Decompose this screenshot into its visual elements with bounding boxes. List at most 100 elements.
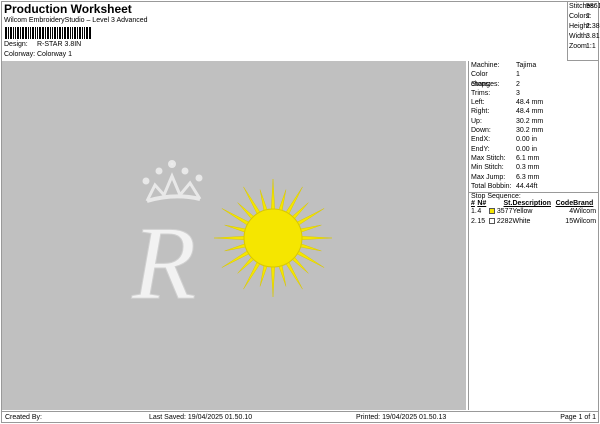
summary-label: Width: [569, 33, 589, 40]
colorway-label: Colorway: [4, 51, 36, 58]
detail-row: Max Jump: 6.3 mm [469, 173, 599, 182]
sun-ray [270, 263, 276, 298]
detail-label: Right: [471, 108, 490, 116]
software-name: Wilcom EmbroideryStudio – Level 3 Advanc… [4, 17, 148, 24]
stitch-count: 2282 [496, 218, 513, 226]
detail-value: 0.00 in [516, 136, 538, 144]
detail-row: Color changes: 1 [469, 70, 599, 88]
detail-row: Down: 30.2 mm [469, 126, 599, 135]
summary-label: Zoom: [569, 43, 589, 50]
detail-value: 1 [516, 71, 520, 79]
color-swatch [488, 208, 495, 215]
column-header: St. [503, 200, 513, 208]
color-code: 15 [565, 218, 574, 226]
design-label: Design: [4, 41, 28, 48]
detail-label: Down: [471, 127, 491, 135]
created-by: Created By: [5, 414, 42, 421]
sun-ray [270, 178, 276, 213]
detail-label: EndX: [471, 136, 491, 144]
summary-list: Stitches:5861Colors:2Height:2.38 inWidth… [569, 2, 600, 52]
page-number: Page 1 of 1 [560, 414, 596, 421]
design-row: Design: R-STAR 3.8IN [4, 41, 81, 48]
crown-motif [142, 160, 203, 203]
summary-value: 2 [586, 13, 590, 20]
detail-value: Tajima [516, 62, 537, 69]
design-name: R-STAR 3.8IN [37, 41, 82, 48]
summary-label: Colors: [569, 13, 592, 20]
detail-row: EndX: 0.00 in [469, 135, 599, 144]
detail-row: Stops: 2 [469, 80, 599, 89]
stop-sequence: Stop Sequence: # N# St. Description Code Bran… [469, 192, 599, 227]
stop-sequence-table: # N# St. Description Code Brand 1. 4 3577 Yellow… [471, 200, 598, 227]
detail-label: Total Bobbin: [471, 182, 512, 190]
detail-value: 48.4 mm [516, 99, 544, 107]
detail-value: 44.44ft [516, 182, 538, 190]
svg-text:R: R [131, 204, 196, 321]
details-list: Machine: Tajima Color changes: 1 Stops: 2 Trim… [469, 61, 599, 191]
detail-label: Color changes: [471, 71, 500, 88]
detail-label: Max Stitch: [471, 154, 506, 162]
color-swatch [488, 218, 495, 225]
sun-ray [298, 235, 333, 241]
detail-label: Trims: [471, 89, 491, 97]
column-header: Code [555, 200, 574, 208]
column-header: Description [512, 200, 551, 208]
column-header: N# [477, 200, 487, 208]
summary-row: Width:3.81 in [569, 32, 600, 42]
summary-row: Stitches: 5861 [569, 2, 600, 12]
summary-label: Stitches: [569, 3, 596, 10]
column-header: Brand [573, 200, 594, 208]
detail-value: 30.2 mm [516, 127, 544, 135]
needle-number: 4 [477, 208, 482, 216]
colorway-row: Colorway: Colorway 1 [4, 51, 72, 58]
detail-row: Total Bobbin: 44.44ft [469, 182, 599, 191]
thread-brand: Wilcom [573, 218, 597, 226]
needle-number: 15 [477, 218, 486, 226]
design-artwork: R [131, 160, 333, 322]
barcode [5, 27, 100, 39]
summary-row: Zoom: 1:1 [569, 42, 600, 52]
detail-label: Left: [471, 99, 485, 107]
summary-value: 1:1 [586, 43, 596, 50]
detail-value: 3 [516, 89, 520, 97]
color-description: Yellow [512, 208, 533, 216]
detail-row: Max Stitch: 6.1 mm [469, 154, 599, 163]
footer: Created By: Last Saved: 19/04/2025 01.50… [2, 411, 599, 422]
detail-row: Machine: Tajima [469, 61, 599, 70]
last-saved: Last Saved: 19/04/2025 01.50.10 [149, 414, 253, 421]
detail-row: Min Stitch: 0.3 mm [469, 163, 599, 172]
summary-value: 2.38 in [586, 23, 600, 30]
stop-row: 2. 15 2282 White 15 Wilcom [471, 217, 598, 227]
detail-label: EndY: [471, 145, 490, 153]
stop-sequence-title: Stop Sequence: [471, 193, 521, 201]
detail-row: Up: 30.2 mm [469, 117, 599, 126]
sun-motif [213, 178, 333, 298]
sun-ray [213, 235, 248, 241]
summary-value: 5861 [586, 3, 600, 10]
detail-label: Stops: [471, 80, 491, 88]
detail-row: Right: 48.4 mm [469, 107, 599, 116]
stop-row: 1. 4 3577 Yellow 4 Wilcom [471, 207, 598, 217]
sun-disc [243, 208, 303, 268]
detail-value: 2 [516, 80, 520, 88]
summary-row: Height:2.38 in [569, 22, 600, 32]
color-code: 4 [569, 208, 574, 216]
stitch-count: 3577 [496, 208, 513, 216]
page-title: Production Worksheet [4, 2, 132, 16]
detail-value: 0.3 mm [516, 164, 540, 172]
detail-row: Left: 48.4 mm [469, 98, 599, 107]
detail-label: Machine: [471, 62, 500, 69]
detail-value: 48.4 mm [516, 108, 544, 116]
detail-label: Max Jump: [471, 173, 506, 181]
thread-brand: Wilcom [573, 208, 597, 216]
color-description: White [512, 218, 531, 226]
detail-row: Trims: 3 [469, 89, 599, 98]
detail-value: 30.2 mm [516, 117, 544, 125]
summary-row: Colors: 2 [569, 12, 600, 22]
detail-value: 6.1 mm [516, 154, 540, 162]
design-preview: R [2, 61, 466, 410]
detail-label: Up: [471, 117, 482, 125]
design-info-panel: Machine: Tajima Color changes: 1 Stops: 2 Trim… [468, 61, 599, 410]
detail-label: Min Stitch: [471, 164, 504, 172]
printed-date: Printed: 19/04/2025 01.50.13 [356, 414, 447, 421]
